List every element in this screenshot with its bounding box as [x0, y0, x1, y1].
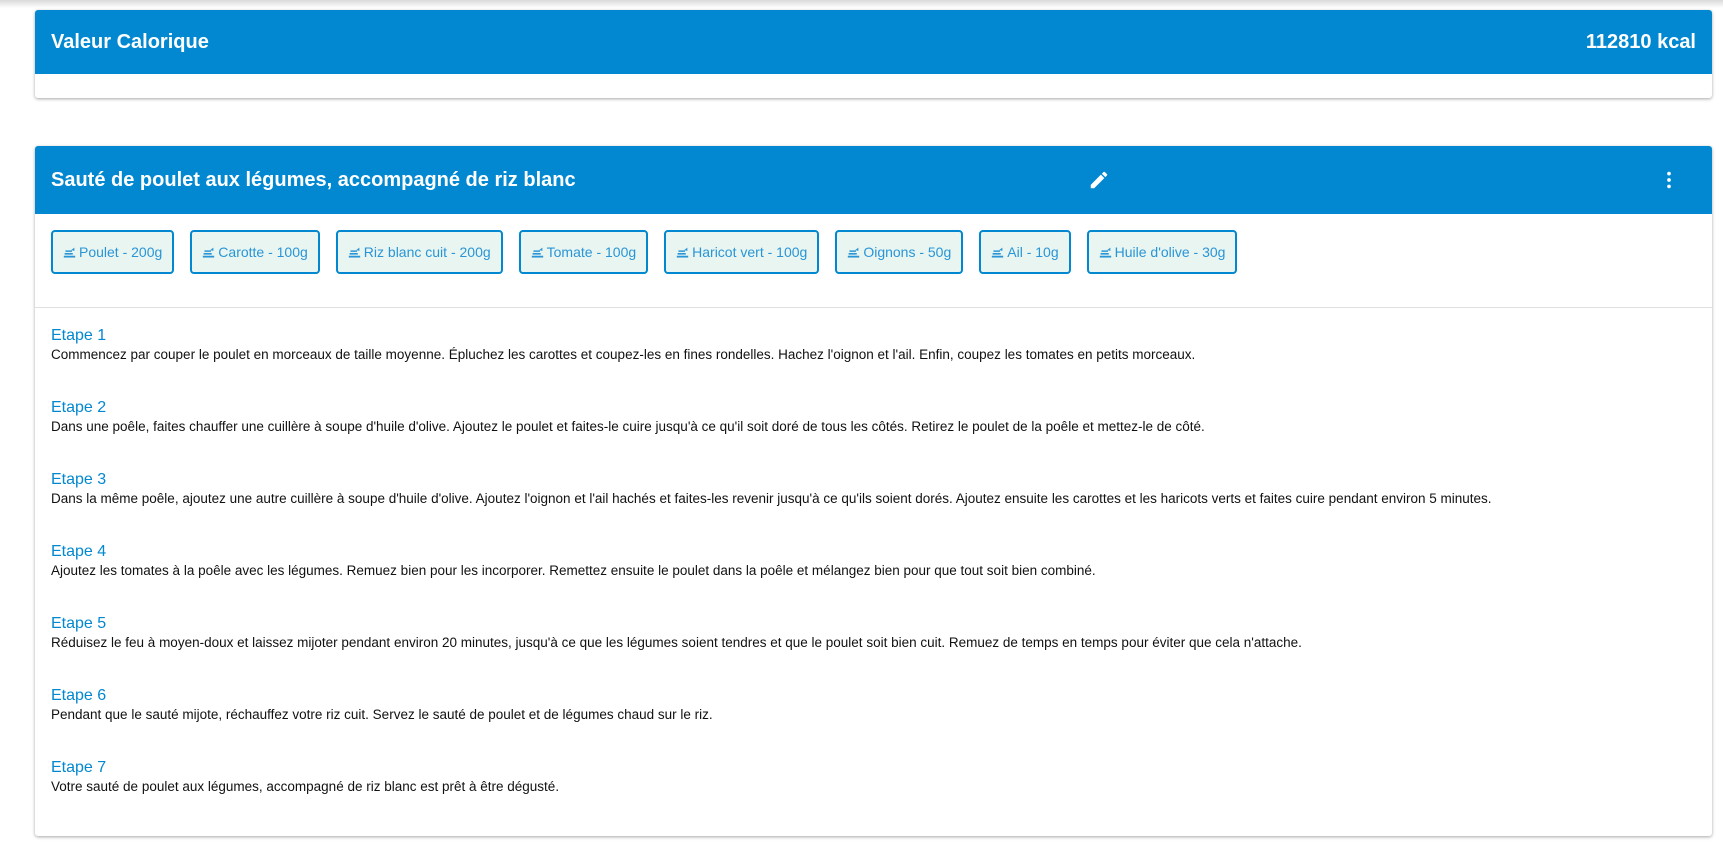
scale-icon [531, 247, 543, 258]
ingredient-chip[interactable]: Oignons - 50g [835, 230, 964, 274]
recipe-card: Sauté de poulet aux légumes, accompagné … [35, 146, 1712, 836]
step-text: Votre sauté de poulet aux légumes, accom… [51, 779, 560, 794]
step-item: Etape 2 Dans une poêle, faites chauffer u… [51, 396, 1696, 468]
ingredient-label: Huile d'olive - 30g [1114, 244, 1226, 260]
scale-icon [1099, 247, 1111, 258]
pencil-icon [1090, 171, 1108, 189]
step-list: Etape 1 Commencez par couper le poulet en… [35, 308, 1712, 828]
top-shadow [0, 0, 1723, 8]
ingredient-label: Poulet - 200g [79, 244, 163, 260]
ingredient-chip[interactable]: Tomate - 100g [518, 230, 649, 274]
ingredient-label: Ail - 10g [1007, 244, 1059, 260]
step-item: Etape 1 Commencez par couper le poulet en… [51, 324, 1696, 396]
calorie-value: 112810 kcal [1585, 30, 1696, 53]
scale-icon [676, 247, 689, 258]
ingredient-chip[interactable]: Poulet - 200g [51, 230, 175, 274]
scale-icon [203, 247, 215, 258]
step-title: Etape 3 [51, 471, 107, 488]
step-item: Etape 5 Réduisez le feu à moyen-doux et l… [51, 612, 1696, 684]
step-item: Etape 6 Pendant que le sauté mijote, réch… [51, 684, 1696, 756]
ingredient-chip[interactable]: Haricot vert - 100g [664, 230, 820, 274]
ingredient-list: Poulet - 200g Carotte - 100g Riz blanc cui… [35, 214, 1712, 308]
calorie-title: Valeur Calorique [51, 30, 209, 53]
step-text: Commencez par couper le poulet en morcea… [51, 347, 1196, 362]
step-item: Etape 7 Votre sauté de poulet aux légumes… [51, 756, 1696, 828]
step-item: Etape 3 Dans la même poêle, ajoutez une a… [51, 468, 1696, 540]
ingredient-chip[interactable]: Huile d'olive - 30g [1086, 230, 1238, 274]
calorie-header: Valeur Calorique 112810 kcal [35, 10, 1712, 74]
ingredient-label: Carotte - 100g [218, 244, 308, 260]
more-options-button[interactable] [1655, 166, 1683, 194]
ingredient-label: Haricot vert - 100g [692, 244, 808, 260]
recipe-header: Sauté de poulet aux légumes, accompagné … [35, 146, 1712, 214]
step-text: Pendant que le sauté mijote, réchauffez … [51, 707, 713, 722]
step-title: Etape 5 [51, 615, 107, 632]
edit-button[interactable] [1085, 166, 1113, 194]
ingredient-label: Tomate - 100g [546, 244, 637, 260]
step-item: Etape 4 Ajoutez les tomates à la poêle av… [51, 540, 1696, 612]
scale-icon [63, 247, 76, 258]
calorie-card: Valeur Calorique 112810 kcal [35, 10, 1712, 98]
ingredient-chip[interactable]: Carotte - 100g [190, 230, 320, 274]
step-title: Etape 6 [51, 687, 107, 704]
scale-icon [348, 247, 360, 258]
step-title: Etape 4 [51, 543, 107, 560]
ingredient-chip[interactable]: Riz blanc cuit - 200g [335, 230, 503, 274]
step-title: Etape 2 [51, 399, 107, 416]
recipe-title: Sauté de poulet aux légumes, accompagné … [51, 168, 576, 191]
step-title: Etape 7 [51, 759, 107, 776]
step-text: Ajoutez les tomates à la poêle avec les … [51, 563, 1096, 578]
step-text: Dans une poêle, faites chauffer une cuil… [51, 419, 1205, 434]
step-title: Etape 1 [51, 327, 107, 344]
ingredient-label: Oignons - 50g [863, 244, 952, 260]
scale-icon [992, 247, 1004, 258]
ingredient-chip[interactable]: Ail - 10g [979, 230, 1071, 274]
ingredient-label: Riz blanc cuit - 200g [363, 244, 491, 260]
step-text: Réduisez le feu à moyen-doux et laissez … [51, 635, 1302, 650]
more-vertical-icon [1667, 171, 1671, 189]
scale-icon [848, 247, 860, 258]
step-text: Dans la même poêle, ajoutez une autre cu… [51, 491, 1492, 506]
